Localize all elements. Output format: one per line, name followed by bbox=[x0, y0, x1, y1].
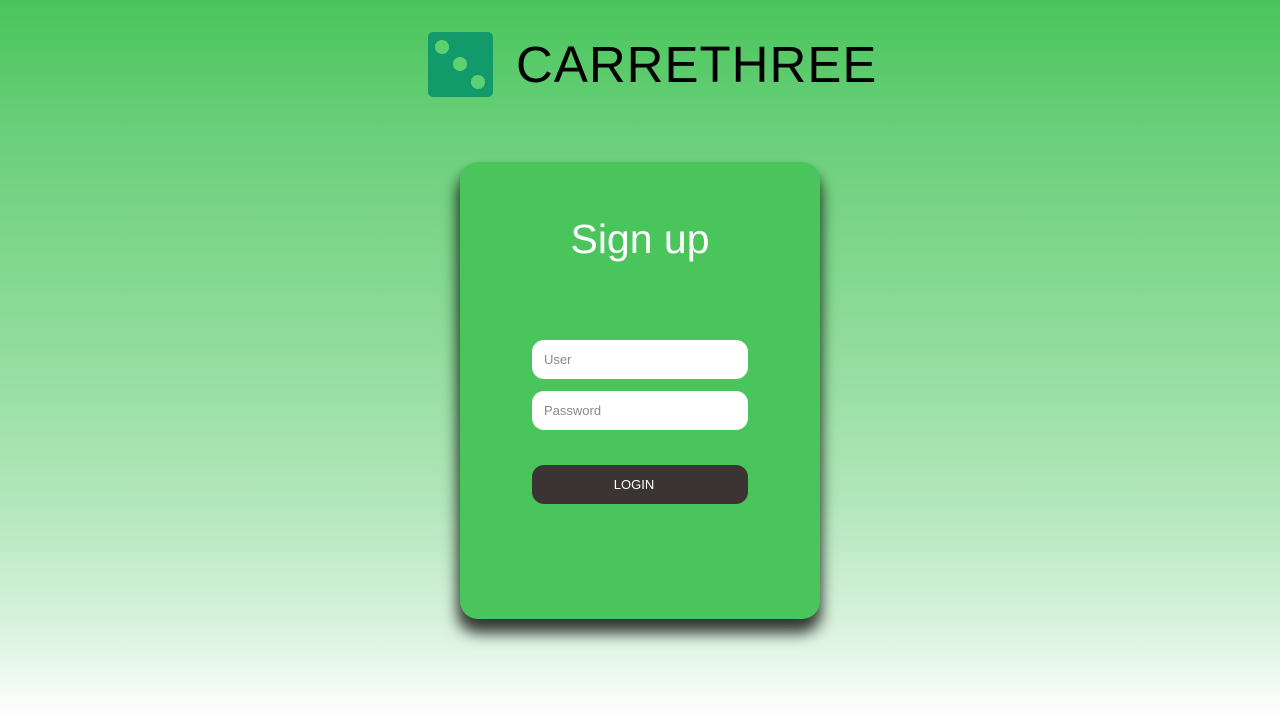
user-input[interactable] bbox=[532, 340, 748, 379]
card-title: Sign up bbox=[570, 216, 710, 262]
password-input[interactable] bbox=[532, 391, 748, 430]
logo-dot bbox=[471, 75, 485, 89]
login-button[interactable]: LOGIN bbox=[532, 465, 748, 504]
logo-dot bbox=[453, 57, 467, 71]
dice-three-icon bbox=[428, 32, 493, 97]
brand-name: CARRETHREE bbox=[516, 36, 878, 93]
signup-card: Sign up LOGIN bbox=[460, 162, 820, 619]
logo-dot bbox=[435, 40, 449, 54]
site-header: CARRETHREE bbox=[428, 32, 877, 97]
